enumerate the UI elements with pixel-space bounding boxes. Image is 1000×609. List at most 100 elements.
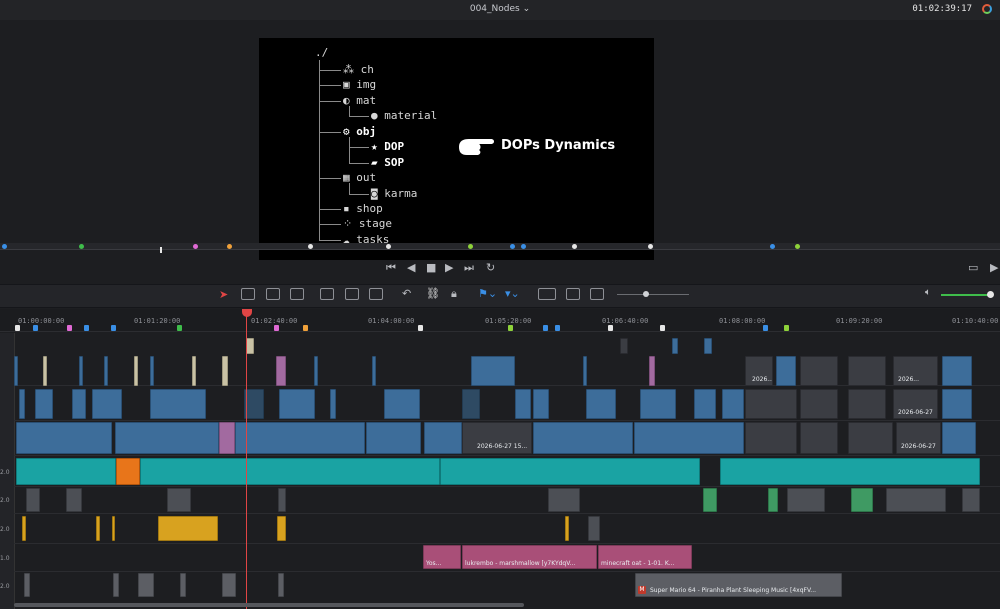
audio-clip[interactable]: Yos...	[423, 545, 461, 569]
audio-clip[interactable]	[278, 573, 284, 597]
video-clip[interactable]	[150, 389, 206, 419]
audio-clip[interactable]	[158, 516, 218, 541]
audio-clip[interactable]	[140, 458, 440, 485]
video-clip[interactable]	[366, 422, 421, 454]
go-to-start-button[interactable]: ⏮	[386, 262, 396, 274]
video-clip[interactable]	[43, 356, 47, 386]
timeline-marker[interactable]	[303, 325, 308, 331]
audio-clip[interactable]	[24, 573, 30, 597]
video-clip[interactable]	[72, 389, 86, 419]
video-clip[interactable]	[649, 356, 655, 386]
timeline-marker[interactable]	[608, 325, 613, 331]
timeline-marker[interactable]	[763, 325, 768, 331]
video-clip[interactable]	[515, 389, 531, 419]
video-clip[interactable]	[314, 356, 318, 386]
timeline-marker[interactable]	[660, 325, 665, 331]
video-clip[interactable]	[640, 389, 676, 419]
video-clip[interactable]	[150, 356, 154, 386]
audio-clip[interactable]	[565, 516, 569, 541]
audio-clip[interactable]	[66, 488, 82, 512]
audio-clip[interactable]	[703, 488, 717, 512]
video-clip[interactable]	[848, 356, 886, 386]
audio-clip[interactable]	[222, 573, 236, 597]
mini-marker[interactable]	[468, 244, 473, 249]
playhead[interactable]	[246, 309, 247, 609]
audio-clip[interactable]: minecraft oat - 1-01. K...	[598, 545, 692, 569]
audio-clip[interactable]	[548, 488, 580, 512]
zoom-detail-icon[interactable]	[566, 288, 580, 300]
zoom-full-icon[interactable]	[538, 288, 556, 300]
blade-tool-icon[interactable]	[290, 288, 304, 300]
video-clip[interactable]	[92, 389, 122, 419]
video-clip[interactable]	[372, 356, 376, 386]
video-clip[interactable]	[672, 338, 678, 354]
audio-clip[interactable]: lukrembo - marshmallow [y7KYdqV...	[462, 545, 597, 569]
mini-marker[interactable]	[572, 244, 577, 249]
marker-icon[interactable]: ▾⌄	[505, 287, 520, 300]
dynamic-trim-icon[interactable]	[266, 288, 280, 300]
video-clip[interactable]	[16, 422, 112, 454]
audio-clip[interactable]	[278, 488, 286, 512]
timeline-marker[interactable]	[67, 325, 72, 331]
timeline-marker[interactable]	[784, 325, 789, 331]
audio-clip[interactable]	[851, 488, 873, 512]
video-clip[interactable]	[115, 422, 219, 454]
video-clip[interactable]	[800, 389, 838, 419]
audio-clip[interactable]	[588, 516, 600, 541]
mini-marker[interactable]	[521, 244, 526, 249]
video-clip[interactable]	[79, 356, 83, 386]
video-clip[interactable]	[722, 389, 744, 419]
mini-playhead[interactable]	[160, 247, 162, 253]
video-clip[interactable]	[330, 389, 336, 419]
audio-clip[interactable]	[16, 458, 116, 485]
video-clip[interactable]: 2026-06-27	[893, 389, 938, 419]
zoom-custom-icon[interactable]	[590, 288, 604, 300]
video-clip[interactable]	[942, 422, 976, 454]
next-icon[interactable]: ▶	[990, 262, 998, 274]
audio-clip[interactable]	[96, 516, 100, 541]
linked-selection-icon[interactable]: ⛓	[426, 287, 440, 300]
audio-clip[interactable]	[787, 488, 825, 512]
video-clip[interactable]	[222, 356, 228, 386]
timeline-marker[interactable]	[33, 325, 38, 331]
timeline-marker[interactable]	[15, 325, 20, 331]
video-clip[interactable]	[134, 356, 138, 386]
video-clip[interactable]	[533, 389, 549, 419]
mini-marker[interactable]	[648, 244, 653, 249]
mini-marker[interactable]	[386, 244, 391, 249]
video-clip[interactable]	[776, 356, 796, 386]
video-clip[interactable]	[192, 356, 196, 386]
audio-clip[interactable]	[720, 458, 980, 485]
mini-marker[interactable]	[227, 244, 232, 249]
video-clip[interactable]	[583, 356, 587, 386]
video-clip[interactable]	[246, 338, 254, 354]
selection-tool-icon[interactable]: ➤	[219, 288, 228, 301]
zoom-slider-handle[interactable]	[643, 291, 649, 297]
stop-button[interactable]: ■	[426, 262, 436, 274]
video-clip[interactable]: 2026...	[893, 356, 938, 386]
timeline-marker[interactable]	[543, 325, 548, 331]
timeline-marker[interactable]	[84, 325, 89, 331]
horizontal-scrollbar[interactable]	[14, 603, 524, 607]
play-reverse-button[interactable]: ◀	[407, 262, 415, 274]
overwrite-clip-icon[interactable]	[345, 288, 359, 300]
audio-clip[interactable]	[22, 516, 26, 541]
audio-clip[interactable]	[180, 573, 186, 597]
timeline-marker[interactable]	[555, 325, 560, 331]
video-clip[interactable]	[848, 389, 886, 419]
replace-clip-icon[interactable]	[369, 288, 383, 300]
audio-clip[interactable]	[112, 516, 115, 541]
video-clip[interactable]	[745, 422, 797, 454]
mini-marker[interactable]	[795, 244, 800, 249]
video-clip[interactable]: 2026-06-27	[896, 422, 941, 454]
volume-slider-handle[interactable]	[987, 291, 994, 298]
speaker-icon[interactable]: 🔈︎	[925, 287, 931, 298]
timeline-marker[interactable]	[177, 325, 182, 331]
loop-icon[interactable]: ↻	[486, 262, 495, 274]
audio-clip[interactable]	[138, 573, 154, 597]
mini-marker[interactable]	[193, 244, 198, 249]
insert-clip-icon[interactable]	[320, 288, 334, 300]
timeline-marker[interactable]	[111, 325, 116, 331]
video-clip[interactable]	[620, 338, 628, 354]
mini-marker[interactable]	[2, 244, 7, 249]
